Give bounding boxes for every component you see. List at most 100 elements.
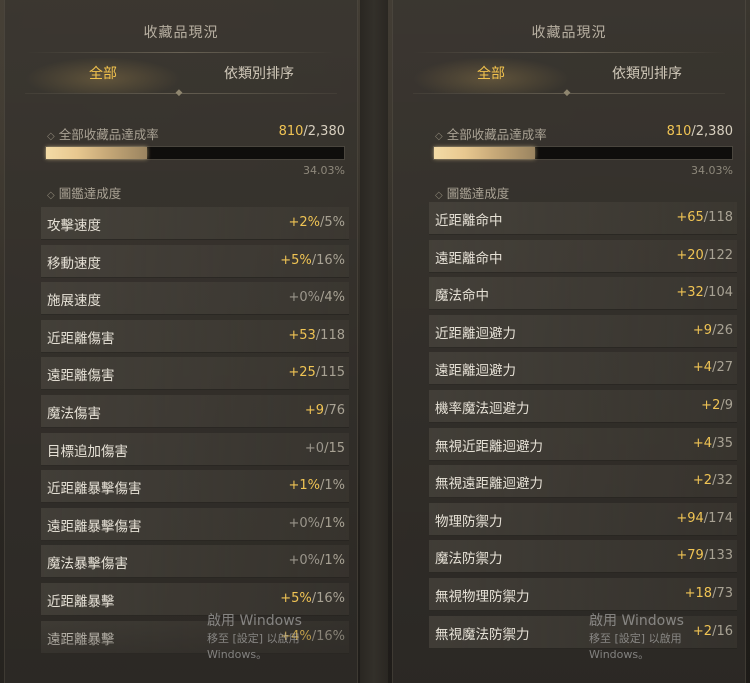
stat-label: 無視近距離迴避力 [435,438,543,455]
stat-row[interactable]: 無視遠距離迴避力 +2/32 [429,465,737,499]
stat-value: +9/76 [305,403,345,418]
stat-max: /26 [712,322,733,338]
stat-max: /16% [311,590,345,606]
stat-max: /5% [319,215,345,230]
stat-label: 遠距離命中 [435,250,503,267]
stat-label: 施展速度 [47,293,101,310]
completion-count: 810/2,380 [278,124,345,139]
stat-bonus: +2 [692,473,713,489]
stat-bonus: +32 [676,285,704,301]
stat-max: /104 [703,285,733,301]
stat-label: 物理防禦力 [435,513,503,530]
tab-all[interactable]: 全部 [413,57,569,93]
stat-row[interactable]: 近距離迴避力 +9/26 [429,314,737,348]
stat-label: 近距離暴擊傷害 [47,481,142,498]
stat-bonus: +9 [304,402,325,418]
stat-label: 無視魔法防禦力 [435,626,530,643]
codex-label: ◇ 圖鑑達成度 [435,186,510,201]
stat-row[interactable]: 魔法防禦力 +79/133 [429,540,737,574]
activation-watermark-title: 啟用 Windows [207,613,302,629]
stat-value: +0%/1% [288,516,345,531]
stat-value: +20/122 [676,248,733,263]
stat-bonus: +0% [288,515,320,531]
stat-value: +1%/1% [288,478,345,493]
stat-row[interactable]: 魔法傷害 +9/76 [41,394,349,428]
stat-value: +0%/4% [288,290,345,305]
stat-row[interactable]: 遠距離命中 +20/122 [429,239,737,273]
stat-max: /16% [311,252,345,268]
stat-bonus: +9 [692,322,713,338]
tab-by-category[interactable]: 依類別排序 [181,57,337,93]
stat-list: 攻擊速度 +2%/5% 移動速度 +5%/16% 施展速度 +0%/4% 近距離傷害 +53/… [41,207,349,658]
stat-bonus: +2% [288,215,320,230]
completion-percent: 34.03% [303,164,345,177]
stat-row[interactable]: 機率魔法迴避力 +2/9 [429,389,737,423]
stat-row[interactable]: 移動速度 +5%/16% [41,244,349,278]
stat-value: +32/104 [676,285,733,300]
stat-max: /1% [319,515,345,531]
stat-label: 魔法防禦力 [435,551,503,568]
activation-watermark-text: 移至 [設定] 以啟用 Windows。 [589,632,682,661]
panel-title: 收藏品現況 [531,25,607,41]
stat-max: /1% [319,478,345,494]
stat-bonus: +5% [280,252,312,268]
stat-row[interactable]: 近距離命中 +65/118 [429,202,737,235]
stat-row[interactable]: 遠距離暴擊傷害 +0%/1% [41,507,349,541]
stat-row[interactable]: 遠距離傷害 +25/115 [41,357,349,391]
stat-max: /4% [319,290,345,306]
stat-row[interactable]: 魔法命中 +32/104 [429,277,737,311]
stat-row[interactable]: 攻擊速度 +2%/5% [41,207,349,240]
stat-bonus: +94 [676,510,704,526]
stat-label: 機率魔法迴避力 [435,400,530,417]
stat-label: 無視物理防禦力 [435,588,530,605]
stat-max: /115 [315,365,345,381]
tab-by-category[interactable]: 依類別排序 [569,57,725,93]
stat-row[interactable]: 無視物理防禦力 +18/73 [429,577,737,611]
stat-max: /9 [720,397,733,413]
stat-max: /15 [324,440,345,456]
stat-row[interactable]: 目標追加傷害 +0/15 [41,432,349,466]
stat-bonus: +4 [692,435,713,451]
activation-watermark-title: 啟用 Windows [589,613,684,629]
stat-label: 遠距離傷害 [47,368,115,385]
panel-gap [360,0,388,683]
diamond-icon: ◇ [47,131,55,142]
stat-max: /27 [712,360,733,376]
collection-status-panel-right: 收藏品現況 全部 依類別排序 ◆ ◇ 全部收藏品達成率 810/2,380 34.… [392,0,746,683]
stat-row[interactable]: 無視近距離迴避力 +4/35 [429,427,737,461]
stat-label: 目標追加傷害 [47,443,128,460]
completion-label: ◇ 全部收藏品達成率 [47,127,159,142]
completion-label: ◇ 全部收藏品達成率 [435,127,547,142]
stat-row[interactable]: 近距離傷害 +53/118 [41,319,349,353]
stat-max: /174 [703,510,733,526]
stat-max: /1% [319,553,345,569]
stat-row[interactable]: 魔法暴擊傷害 +0%/1% [41,545,349,579]
completion-percent: 34.03% [691,164,733,177]
stat-label: 魔法傷害 [47,405,101,422]
stat-row[interactable]: 遠距離迴避力 +4/27 [429,352,737,386]
stat-max: /118 [315,327,345,343]
completion-count: 810/2,380 [666,124,733,139]
stat-bonus: +18 [684,585,713,601]
stat-value: +18/73 [685,586,733,601]
stat-row[interactable]: 施展速度 +0%/4% [41,282,349,316]
stat-bonus: +5% [280,590,312,606]
stat-value: +5%/16% [280,253,345,268]
stat-bonus: +79 [676,548,704,564]
stat-label: 魔法命中 [435,288,489,305]
stat-bonus: +25 [288,365,316,381]
stat-bonus: +0% [288,290,320,306]
stat-label: 遠距離迴避力 [435,363,516,380]
stat-label: 遠距離暴擊 [47,631,115,648]
stat-value: +4/35 [693,436,733,451]
completion-progress-fill [46,147,148,159]
stat-max: /73 [712,585,733,601]
stat-label: 近距離命中 [435,213,503,229]
tab-all[interactable]: 全部 [25,57,181,93]
stat-row[interactable]: 物理防禦力 +94/174 [429,502,737,536]
stat-row[interactable]: 近距離暴擊 +5%/16% [41,582,349,616]
stat-row[interactable]: 近距離暴擊傷害 +1%/1% [41,470,349,504]
stat-value: +2/32 [693,473,733,488]
stat-label: 近距離迴避力 [435,325,516,342]
stat-label: 近距離傷害 [47,330,115,347]
